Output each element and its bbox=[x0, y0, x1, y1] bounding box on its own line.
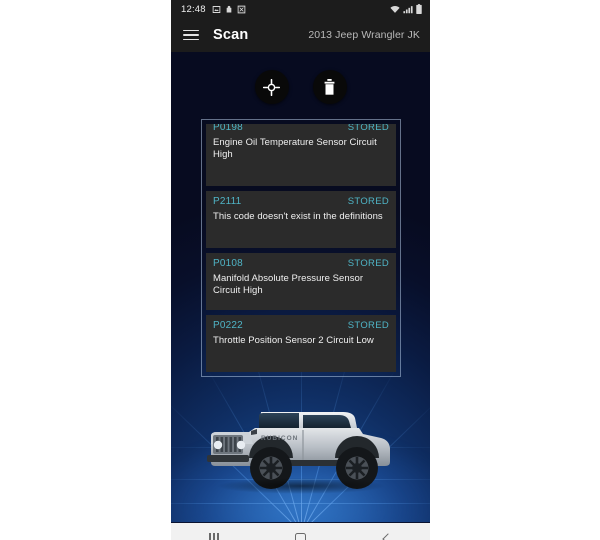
code-header: P0198 STORED bbox=[213, 124, 389, 133]
crosshair-icon bbox=[263, 78, 280, 96]
clear-codes-button[interactable] bbox=[312, 70, 347, 104]
card-spacer bbox=[213, 161, 389, 179]
home-icon bbox=[294, 533, 306, 540]
page-title: Scan bbox=[213, 27, 249, 43]
card-spacer bbox=[213, 347, 389, 365]
code-description: Manifold Absolute Pressure Sensor Circui… bbox=[213, 273, 364, 296]
nav-recents-button[interactable] bbox=[184, 523, 244, 540]
hamburger-line bbox=[183, 38, 199, 41]
trouble-code-list-panel: P0198 STORED Engine Oil Temperature Sens… bbox=[201, 119, 401, 377]
nav-home-button[interactable] bbox=[270, 523, 330, 540]
trash-icon bbox=[324, 79, 335, 95]
hamburger-line bbox=[183, 29, 199, 32]
android-nav-bar bbox=[171, 522, 430, 540]
status-time: 12:48 bbox=[181, 3, 206, 15]
scan-button[interactable] bbox=[254, 70, 289, 104]
code-description: Engine Oil Temperature Sensor Circuit Hi… bbox=[213, 137, 377, 160]
status-badge: STORED bbox=[347, 196, 389, 207]
signal-icon bbox=[403, 5, 413, 13]
app-icon bbox=[237, 5, 246, 13]
code-header: P2111 STORED bbox=[213, 196, 389, 207]
hamburger-menu-icon[interactable] bbox=[183, 29, 199, 41]
recents-bar bbox=[213, 533, 215, 540]
recents-bar bbox=[209, 533, 211, 540]
card-spacer bbox=[213, 297, 389, 303]
page-root: 12:48 Scan 2013 Jeep Wrangler JK P0198 S… bbox=[0, 0, 600, 540]
table-row[interactable]: P0222 STORED Throttle Position Sensor 2 … bbox=[206, 315, 396, 372]
table-row[interactable]: P2111 STORED This code doesn't exist in … bbox=[206, 191, 396, 248]
trouble-code-list[interactable]: P0198 STORED Engine Oil Temperature Sens… bbox=[206, 124, 396, 372]
code-id: P0108 bbox=[213, 258, 243, 269]
status-badge: STORED bbox=[347, 124, 389, 133]
table-row[interactable]: P0108 STORED Manifold Absolute Pressure … bbox=[206, 253, 396, 310]
status-left-icons bbox=[212, 5, 246, 14]
card-spacer bbox=[213, 223, 389, 241]
code-description: Throttle Position Sensor 2 Circuit Low bbox=[213, 335, 374, 346]
svg-text:RUBICON: RUBICON bbox=[261, 435, 298, 442]
hamburger-line bbox=[183, 34, 199, 36]
vehicle-image: RUBICON bbox=[203, 382, 399, 500]
table-row[interactable]: P0198 STORED Engine Oil Temperature Sens… bbox=[206, 124, 396, 186]
code-id: P2111 bbox=[213, 196, 242, 207]
action-button-row bbox=[171, 70, 430, 104]
code-header: P0108 STORED bbox=[213, 258, 389, 269]
phone-screen: 12:48 Scan 2013 Jeep Wrangler JK P0198 S… bbox=[171, 0, 430, 540]
battery-icon bbox=[416, 4, 422, 14]
code-id: P0198 bbox=[213, 124, 243, 133]
code-header: P0222 STORED bbox=[213, 320, 389, 331]
status-badge: STORED bbox=[347, 258, 389, 269]
status-right-icons bbox=[390, 4, 422, 14]
wifi-icon bbox=[390, 5, 400, 13]
scan-content: P0198 STORED Engine Oil Temperature Sens… bbox=[171, 52, 430, 522]
app-bar: Scan 2013 Jeep Wrangler JK bbox=[171, 18, 430, 52]
vehicle-shadow bbox=[215, 478, 386, 494]
status-bar: 12:48 bbox=[171, 0, 430, 18]
recents-bar bbox=[217, 533, 220, 540]
vehicle-label: 2013 Jeep Wrangler JK bbox=[308, 29, 420, 41]
status-badge: STORED bbox=[347, 320, 389, 331]
back-icon bbox=[382, 532, 394, 540]
recents-icon bbox=[209, 533, 220, 540]
nav-back-button[interactable] bbox=[357, 523, 417, 540]
image-icon bbox=[212, 5, 221, 13]
bag-icon bbox=[226, 5, 232, 12]
code-description: This code doesn't exist in the definitio… bbox=[213, 211, 383, 222]
code-id: P0222 bbox=[213, 320, 243, 331]
